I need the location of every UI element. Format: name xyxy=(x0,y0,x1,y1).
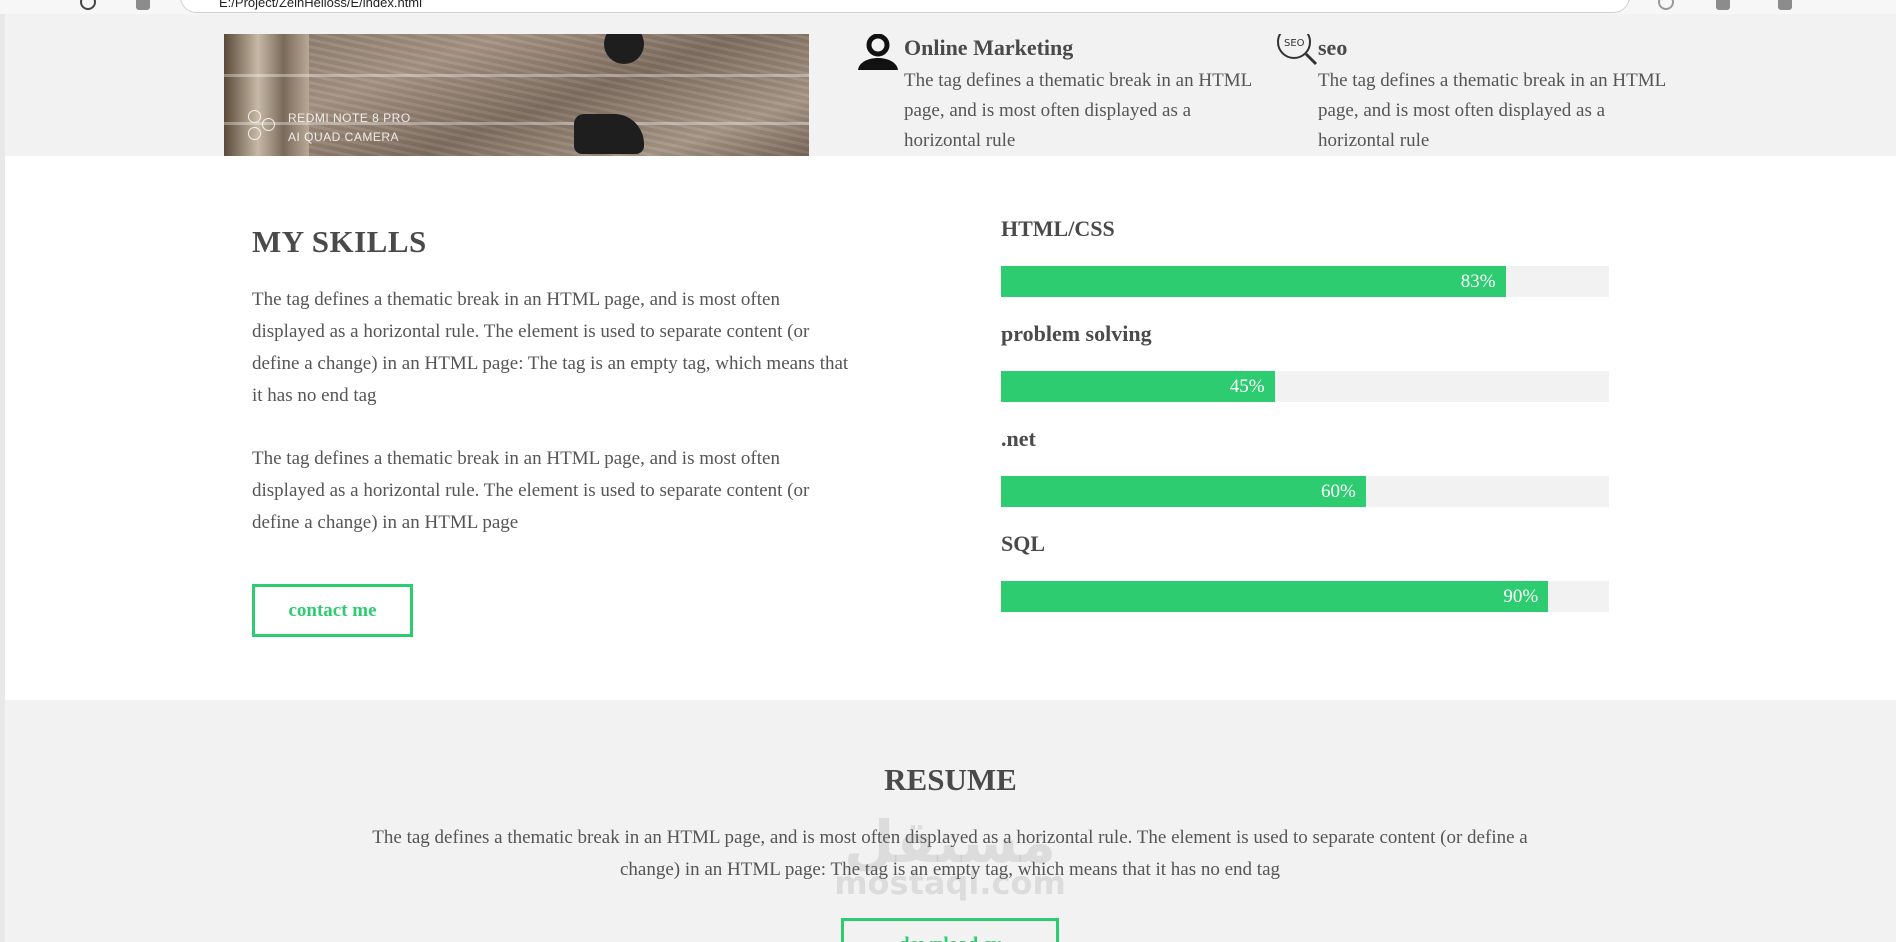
browser-toolbar: E:/Project/ZeinHelloss/E/index.html xyxy=(0,0,1896,14)
tab-groups-icon[interactable] xyxy=(136,0,150,10)
refresh-icon[interactable] xyxy=(80,0,96,10)
skill-label: problem solving xyxy=(1001,321,1152,346)
skills-section: MY SKILLS The tag defines a thematic bre… xyxy=(5,156,1896,700)
service-title: seo xyxy=(1318,35,1348,60)
skill-label: .net xyxy=(1001,426,1036,451)
photo-shoe xyxy=(574,114,644,154)
profile-icon[interactable] xyxy=(1658,0,1674,10)
skill-bar-track: 83% xyxy=(1001,266,1609,297)
skill-bar-track: 60% xyxy=(1001,476,1609,507)
photo-stair-edge xyxy=(224,74,809,77)
skills-paragraph: The tag defines a thematic break in an H… xyxy=(252,289,849,406)
site-watermark: مستقل mostaql.com xyxy=(830,812,1070,900)
skill-percent: 83% xyxy=(1460,271,1496,292)
skill-bar-fill: 83% xyxy=(1001,266,1506,297)
service-title: Online Marketing xyxy=(904,35,1074,60)
svg-text:SEO: SEO xyxy=(1284,38,1305,49)
resume-title: RESUME xyxy=(884,762,1017,797)
watermark-latin: mostaql.com xyxy=(834,864,1066,902)
menu-icon[interactable] xyxy=(1778,0,1792,10)
hero-photo: REDMI NOTE 8 PRO AI QUAD CAMERA xyxy=(224,34,809,166)
camera-watermark-line2: AI QUAD CAMERA xyxy=(288,130,400,144)
skill-percent: 90% xyxy=(1503,586,1539,607)
camera-watermark-icon xyxy=(248,110,276,146)
service-seo: SEO seo The tag defines a thematic break… xyxy=(1277,34,1678,156)
skill-bar-track: 45% xyxy=(1001,371,1609,402)
contact-me-button[interactable]: contact me xyxy=(252,584,413,637)
seo-search-icon: SEO xyxy=(1277,34,1318,66)
skills-title: MY SKILLS xyxy=(252,224,427,259)
skill-percent: 60% xyxy=(1320,481,1356,502)
skill-label: SQL xyxy=(1001,531,1046,556)
user-headset-icon xyxy=(858,34,898,70)
skills-paragraph: The tag defines a thematic break in an H… xyxy=(252,448,810,533)
camera-watermark-line1: REDMI NOTE 8 PRO xyxy=(288,111,411,125)
skill-bar-fill: 60% xyxy=(1001,476,1366,507)
services-section: REDMI NOTE 8 PRO AI QUAD CAMERA Online M… xyxy=(5,14,1896,166)
download-cv-button[interactable]: download cv xyxy=(841,918,1059,942)
skill-percent: 45% xyxy=(1229,376,1265,397)
skill-bar-fill: 90% xyxy=(1001,581,1549,612)
watermark-arabic: مستقل xyxy=(843,808,1057,876)
skill-label: HTML/CSS xyxy=(1001,216,1115,241)
extensions-icon[interactable] xyxy=(1716,0,1730,10)
skill-bar-track: 90% xyxy=(1001,581,1609,612)
camera-watermark: REDMI NOTE 8 PRO AI QUAD CAMERA xyxy=(288,109,411,147)
address-bar-url[interactable]: E:/Project/ZeinHelloss/E/index.html xyxy=(219,0,422,10)
address-bar[interactable]: E:/Project/ZeinHelloss/E/index.html xyxy=(180,0,1630,13)
photo-leg xyxy=(604,34,644,64)
service-text: The tag defines a thematic break in an H… xyxy=(1318,70,1666,151)
service-text: The tag defines a thematic break in an H… xyxy=(904,70,1252,151)
skill-bar-fill: 45% xyxy=(1001,371,1275,402)
service-online-marketing: Online Marketing The tag defines a thema… xyxy=(858,34,1264,156)
